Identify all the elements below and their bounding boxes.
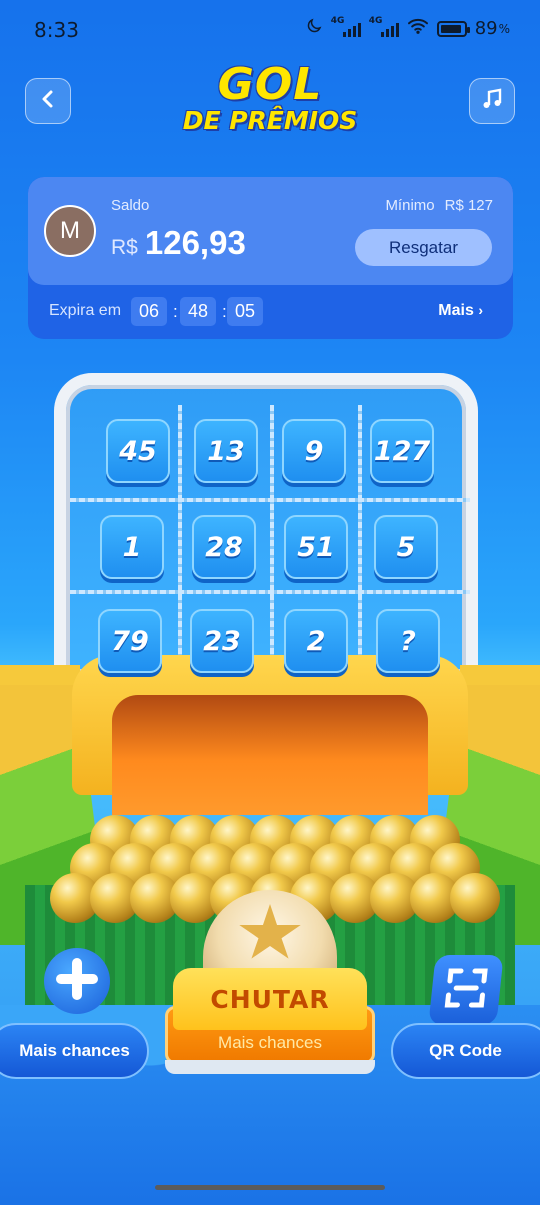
battery-percent: 89 bbox=[474, 18, 498, 39]
plus-icon bbox=[55, 957, 99, 1006]
minimum-info: Mínimo R$ 127 bbox=[385, 197, 493, 214]
kick-button[interactable]: Mais chances CHUTAR bbox=[165, 968, 375, 1080]
prize-cell[interactable]: ? bbox=[376, 609, 440, 673]
timer-seconds: 05 bbox=[227, 297, 263, 326]
signal-icon: 4G bbox=[369, 16, 399, 37]
prize-cell[interactable]: 51 bbox=[284, 515, 348, 579]
status-time: 8:33 bbox=[34, 18, 79, 42]
status-icons: 4G 4G 89% bbox=[305, 16, 510, 40]
kick-label: CHUTAR bbox=[210, 984, 330, 1014]
redeem-button[interactable]: Resgatar bbox=[355, 229, 492, 266]
prize-cell[interactable]: 127 bbox=[370, 419, 434, 483]
balance-card: M Saldo R$ 126,93 Mínimo R$ 127 Resgatar… bbox=[28, 177, 513, 339]
gold-ball bbox=[450, 873, 500, 923]
prize-cell[interactable]: 23 bbox=[190, 609, 254, 673]
currency-label: R$ bbox=[111, 236, 138, 259]
balance-value: R$ 126,93 bbox=[111, 224, 246, 262]
game-logo: GOL DE PRÊMIOS bbox=[180, 62, 360, 134]
logo-line-2: DE PRÊMIOS bbox=[182, 106, 358, 135]
more-link-label: Mais bbox=[438, 302, 474, 319]
prize-cell[interactable]: 1 bbox=[100, 515, 164, 579]
more-chances-button[interactable]: Mais chances bbox=[0, 1023, 149, 1079]
more-link[interactable]: Mais › bbox=[438, 302, 483, 320]
network-label: 4G bbox=[368, 15, 383, 26]
chevron-left-icon bbox=[38, 89, 58, 114]
prize-cell[interactable]: 79 bbox=[98, 609, 162, 673]
wifi-icon bbox=[407, 17, 429, 40]
star-icon bbox=[239, 904, 301, 959]
balance-label: Saldo bbox=[111, 197, 150, 214]
qr-scan-icon bbox=[443, 967, 490, 1014]
timer-minutes: 48 bbox=[180, 297, 216, 326]
prize-cell[interactable]: 28 bbox=[192, 515, 256, 579]
qr-code-label: QR Code bbox=[429, 1041, 502, 1060]
kick-button-shadow bbox=[165, 1060, 375, 1074]
network-label: 4G bbox=[330, 15, 345, 26]
prize-grid: 45 13 9 127 1 28 51 5 79 23 2 ? bbox=[90, 403, 460, 681]
ball-tray-inner bbox=[112, 695, 428, 815]
prize-cell[interactable]: 5 bbox=[374, 515, 438, 579]
home-indicator[interactable] bbox=[155, 1185, 385, 1190]
kick-button-top: CHUTAR bbox=[173, 968, 367, 1030]
more-chances-icon-button[interactable] bbox=[44, 948, 110, 1014]
prize-cell[interactable]: 2 bbox=[284, 609, 348, 673]
kick-sub-label: Mais chances bbox=[218, 1033, 322, 1052]
logo-line-1: GOL bbox=[217, 59, 323, 110]
qr-code-icon-button[interactable] bbox=[428, 955, 504, 1025]
balance-amount: 126,93 bbox=[144, 224, 246, 261]
more-chances-label: Mais chances bbox=[19, 1041, 130, 1060]
balance-panel: M Saldo R$ 126,93 Mínimo R$ 127 Resgatar bbox=[28, 177, 513, 285]
timer-separator: : bbox=[173, 302, 178, 321]
expires-label: Expira em bbox=[49, 302, 122, 319]
status-bar: 8:33 4G 4G 89% bbox=[0, 0, 540, 60]
music-note-icon bbox=[480, 87, 504, 116]
minimum-value: R$ 127 bbox=[444, 197, 493, 214]
minimum-label: Mínimo bbox=[385, 197, 435, 214]
signal-icon: 4G bbox=[331, 16, 361, 37]
avatar[interactable]: M bbox=[44, 205, 96, 257]
moon-icon bbox=[305, 17, 323, 40]
chevron-right-icon: › bbox=[478, 302, 483, 318]
back-button[interactable] bbox=[25, 78, 71, 124]
prize-cell[interactable]: 13 bbox=[194, 419, 258, 483]
prize-cell[interactable]: 45 bbox=[106, 419, 170, 483]
prize-cell[interactable]: 9 bbox=[282, 419, 346, 483]
battery-icon bbox=[436, 20, 470, 37]
music-button[interactable] bbox=[469, 78, 515, 124]
qr-code-button[interactable]: QR Code bbox=[391, 1023, 540, 1079]
timer-hours: 06 bbox=[131, 297, 167, 326]
